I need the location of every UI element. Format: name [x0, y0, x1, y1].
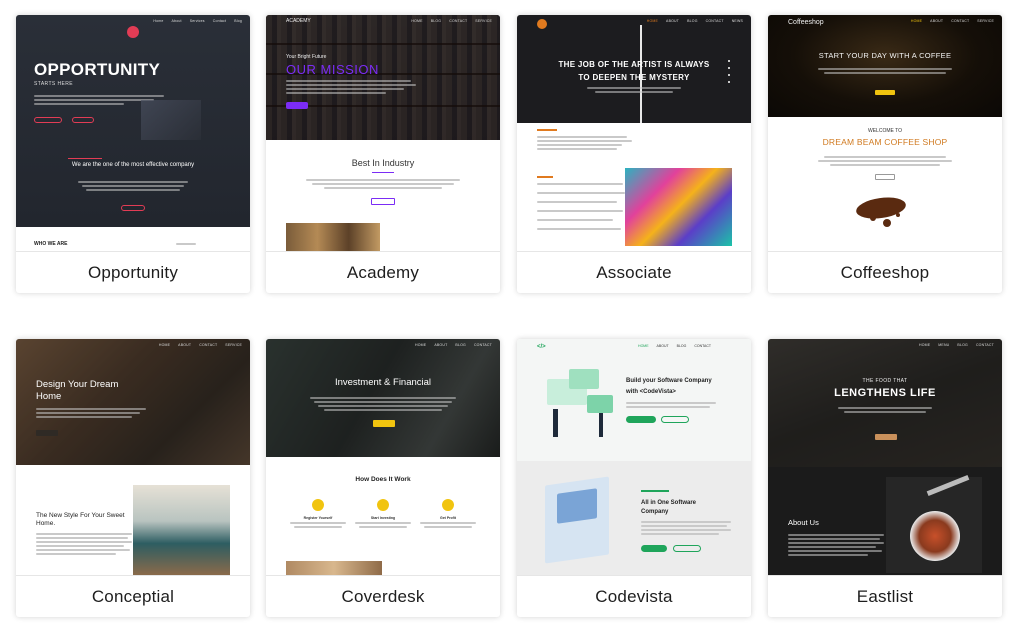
- step-icon-2: [377, 499, 389, 511]
- section-title: DREAM BEAM COFFEE SHOP: [822, 137, 948, 147]
- discover-button[interactable]: [121, 205, 145, 211]
- hero-line-1: Build your Software Company: [626, 378, 712, 384]
- template-title[interactable]: Codevista: [517, 575, 751, 617]
- template-card-opportunity[interactable]: Home About Services Contact Blog OPPORTUNITY…: [16, 15, 250, 293]
- template-title[interactable]: Associate: [517, 251, 751, 293]
- hero-kicker: Your Bright Future: [286, 54, 327, 60]
- template-title[interactable]: Academy: [266, 251, 500, 293]
- tagline: We are the one of the most effective com…: [71, 162, 195, 168]
- hero-title: START YOUR DAY WITH A COFFEE: [818, 51, 952, 60]
- learn-more-button[interactable]: [371, 198, 395, 205]
- logo-icon: [537, 19, 547, 29]
- brand-logo: Coffeeshop: [788, 19, 824, 26]
- nav-about[interactable]: ABOUT: [657, 344, 669, 348]
- section-title-1: All in One Software: [641, 500, 697, 506]
- section-title-1: The New Style For Your Sweet: [36, 512, 125, 519]
- nav-home[interactable]: HOME: [638, 344, 649, 348]
- section-title: WHO WE ARE: [34, 241, 68, 247]
- read-more-button[interactable]: [875, 174, 895, 180]
- dish-image: [886, 474, 982, 573]
- step-title: Get Profit: [440, 516, 456, 520]
- section-title-2: Home.: [36, 520, 56, 527]
- template-preview-conceptial[interactable]: HOME ABOUT CONTACT SERVICE Design Your Drea…: [16, 339, 250, 575]
- step-title: Register Yourself: [303, 516, 333, 520]
- hero-subtitle: STARTS HERE: [34, 81, 73, 87]
- hero-title: OPPORTUNITY: [34, 60, 161, 79]
- hero-line-1: THE JOB OF THE ARTIST IS ALWAYS: [558, 60, 710, 69]
- hero-title: OUR MISSION: [286, 62, 379, 77]
- template-title[interactable]: Conceptial: [16, 575, 250, 617]
- read-more-button[interactable]: [286, 102, 308, 109]
- template-card-conceptial[interactable]: HOME ABOUT CONTACT SERVICE Design Your Drea…: [16, 339, 250, 617]
- section-title-2: Company: [641, 509, 669, 515]
- hero-kicker: THE FOOD THAT: [862, 378, 908, 384]
- read-more-button[interactable]: [641, 545, 667, 552]
- hero-button[interactable]: [875, 434, 897, 440]
- hero-button-secondary[interactable]: [661, 416, 689, 423]
- office-image: [286, 561, 382, 575]
- template-card-coffeeshop[interactable]: Coffeeshop HOME ABOUT CONTACT SERVICE START…: [768, 15, 1002, 293]
- coffee-splash-image: [854, 194, 908, 222]
- template-preview-associate[interactable]: HOME ABOUT BLOG CONTACT NEWS THE JOB OF THE …: [517, 15, 751, 251]
- brand-logo-icon: </>: [537, 344, 546, 350]
- hero-button-1[interactable]: [34, 117, 62, 123]
- template-card-academy[interactable]: ACADEMY HOME BLOG CONTACT SERVICE Your Brig…: [266, 15, 500, 293]
- hero-title: LENGTHENS LIFE: [834, 387, 936, 399]
- nav-blog[interactable]: BLOG: [677, 344, 687, 348]
- template-card-coverdesk[interactable]: HOME ABOUT BLOG CONTACT Investment & Financ…: [266, 339, 500, 617]
- hero-button-primary[interactable]: [626, 416, 656, 423]
- template-preview-academy[interactable]: ACADEMY HOME BLOG CONTACT SERVICE Your Brig…: [266, 15, 500, 251]
- step-icon-3: [442, 499, 454, 511]
- mural-image: [625, 168, 732, 246]
- hero-button[interactable]: [373, 420, 395, 427]
- step-title: Start Investing: [370, 516, 396, 520]
- hero-button-2[interactable]: [72, 117, 94, 123]
- hero-button[interactable]: [36, 430, 58, 436]
- hero-title-1: Design Your Dream: [36, 379, 119, 390]
- template-title[interactable]: Coffeeshop: [768, 251, 1002, 293]
- template-preview-codevista[interactable]: </> HOME ABOUT BLOG CONTACT Build your S…: [517, 339, 751, 575]
- template-preview-eastlist[interactable]: HOME MENU BLOG CONTACT THE FOOD THAT LENGTH…: [768, 339, 1002, 575]
- section-title: Best In Industry: [351, 158, 415, 168]
- template-title[interactable]: Coverdesk: [266, 575, 500, 617]
- nav-contact[interactable]: CONTACT: [694, 344, 711, 348]
- template-preview-coverdesk[interactable]: HOME ABOUT BLOG CONTACT Investment & Financ…: [266, 339, 500, 575]
- template-card-eastlist[interactable]: HOME MENU BLOG CONTACT THE FOOD THAT LENGTH…: [768, 339, 1002, 617]
- hero-illustration: [539, 369, 619, 439]
- contact-button[interactable]: [673, 545, 701, 552]
- template-card-associate[interactable]: HOME ABOUT BLOG CONTACT NEWS THE JOB OF THE …: [517, 15, 751, 293]
- template-preview-opportunity[interactable]: Home About Services Contact Blog OPPORTUNITY…: [16, 15, 250, 251]
- hero-title: Investment & Financial: [334, 377, 432, 388]
- logo-icon: [127, 26, 139, 38]
- hero-line-2: with <CodeVista>: [626, 389, 676, 395]
- section-title: How Does It Work: [355, 476, 411, 483]
- template-title[interactable]: Opportunity: [16, 251, 250, 293]
- step-icon-1: [312, 499, 324, 511]
- brand-logo: ACADEMY: [286, 18, 311, 24]
- template-card-codevista[interactable]: </> HOME ABOUT BLOG CONTACT Build your S…: [517, 339, 751, 617]
- hero-button[interactable]: [875, 90, 895, 95]
- hero-line-2: TO DEEPEN THE MYSTERY: [578, 73, 690, 82]
- interior-image: [133, 485, 230, 575]
- hero-title-2: Home: [36, 391, 62, 402]
- welcome-text: WELCOME TO: [868, 128, 902, 134]
- template-title[interactable]: Eastlist: [768, 575, 1002, 617]
- section-title: About Us: [788, 518, 819, 527]
- template-preview-coffeeshop[interactable]: Coffeeshop HOME ABOUT CONTACT SERVICE START…: [768, 15, 1002, 251]
